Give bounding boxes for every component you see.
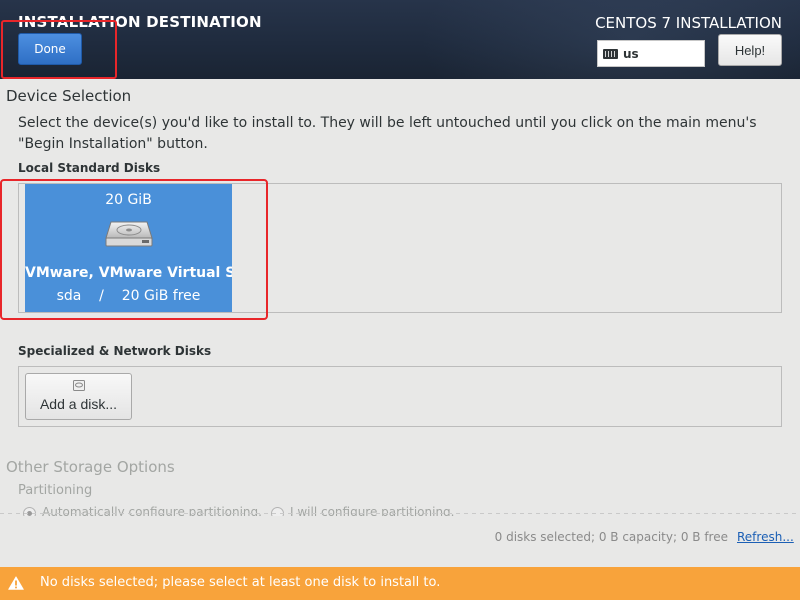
intro-text: Select the device(s) you'd like to insta… [18,115,757,152]
add-disk-button[interactable]: Add a disk... [25,373,132,420]
header-bar: INSTALLATION DESTINATION Done CENTOS 7 I… [0,0,800,79]
warning-text: No disks selected; please select at leas… [40,575,441,590]
auto-partition-label[interactable]: Automatically configure partitioning. [42,505,262,516]
help-button[interactable]: Help! [718,34,782,66]
other-storage-heading: Other Storage Options [6,458,175,476]
keyboard-layout-indicator[interactable]: us [597,40,705,67]
auto-partition-radio[interactable] [23,507,36,516]
refresh-link[interactable]: Refresh... [737,530,794,544]
local-disks-label: Local Standard Disks [18,161,161,175]
partitioning-options: Automatically configure partitioning. I … [18,504,618,516]
manual-partition-label[interactable]: I will configure partitioning. [290,505,454,516]
add-disk-label: Add a disk... [39,396,118,412]
disk-highlight-box [0,179,268,320]
partitioning-label: Partitioning [18,483,93,498]
keyboard-layout-label: us [623,46,639,61]
device-selection-heading: Device Selection [6,87,132,105]
scroll-divider [0,513,800,514]
special-disks-label: Specialized & Network Disks [18,344,212,358]
warning-icon [8,576,24,590]
keyboard-icon [603,48,618,59]
add-disk-icon [73,380,85,391]
manual-partition-radio[interactable] [271,507,284,516]
selection-summary: 0 disks selected; 0 B capacity; 0 B free [494,530,728,544]
done-highlight-box [1,20,117,79]
product-title: CENTOS 7 INSTALLATION [595,14,782,32]
warning-bar[interactable]: No disks selected; please select at leas… [0,567,800,600]
special-disks-container [18,366,782,427]
